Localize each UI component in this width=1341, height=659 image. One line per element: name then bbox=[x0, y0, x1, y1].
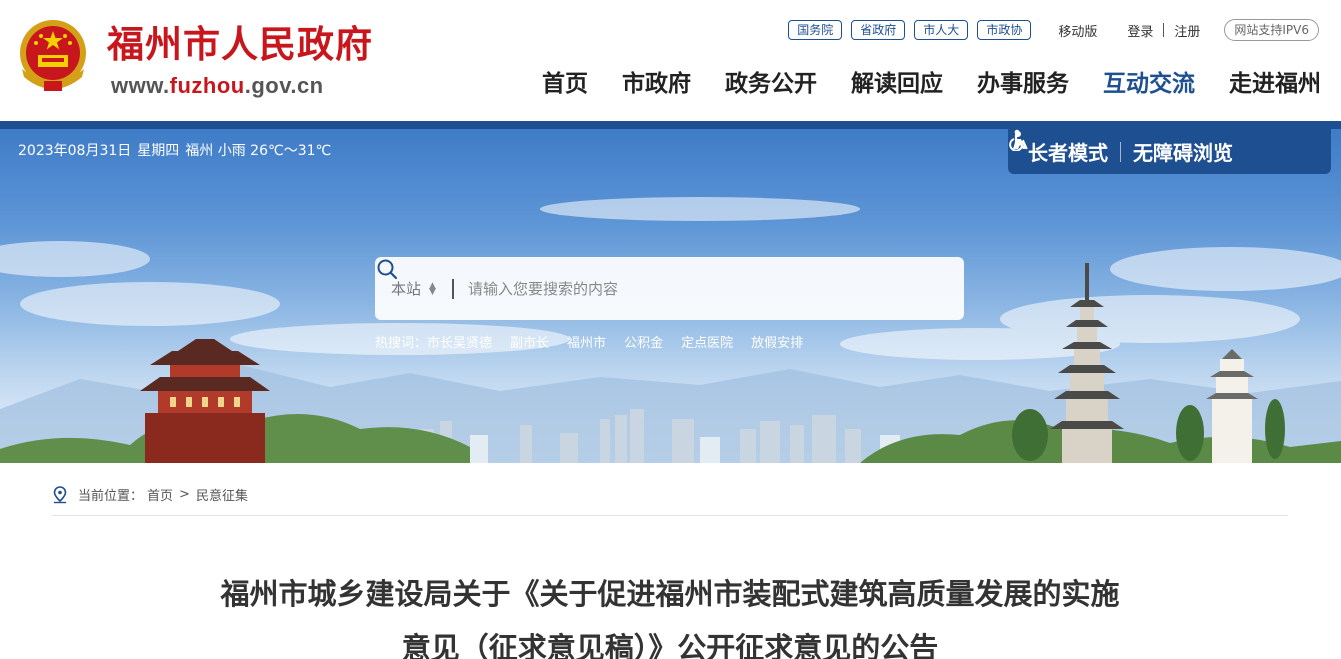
link-separator bbox=[1163, 23, 1165, 37]
register-link[interactable]: 注册 bbox=[1174, 21, 1200, 40]
breadcrumb-divider bbox=[52, 515, 1288, 516]
nav-underline-bar bbox=[0, 121, 1341, 129]
elder-mode-button[interactable]: 长者模式 bbox=[1013, 131, 1108, 166]
article-title: 福州市城乡建设局关于《关于促进福州市装配式建筑高质量发展的实施 意见（征求意见稿… bbox=[140, 567, 1200, 659]
search-input[interactable] bbox=[467, 273, 888, 304]
nav-home[interactable]: 首页 bbox=[542, 68, 588, 100]
hot-search-label: 热搜词： bbox=[375, 336, 428, 351]
hot-word-link[interactable]: 定点医院 bbox=[681, 332, 733, 351]
weekday-text: 星期四 bbox=[137, 143, 180, 159]
location-pin-icon bbox=[53, 485, 67, 503]
hot-word-link[interactable]: 福州市 bbox=[567, 332, 606, 351]
site-url-domain: fuzhou bbox=[169, 73, 245, 98]
link-state-council[interactable]: 国务院 bbox=[788, 20, 843, 40]
article-title-line-1: 福州市城乡建设局关于《关于促进福州市装配式建筑高质量发展的实施 bbox=[220, 577, 1120, 611]
hot-word-link[interactable]: 市长吴贤德 bbox=[427, 332, 492, 351]
nav-government-affairs[interactable]: 政务公开 bbox=[725, 68, 817, 100]
login-link[interactable]: 登录 bbox=[1127, 21, 1153, 40]
breadcrumb-current-link[interactable]: 民意征集 bbox=[196, 485, 248, 504]
accessible-browse-button[interactable]: 无障碍浏览 bbox=[1009, 129, 1233, 166]
accessible-browse-label: 无障碍浏览 bbox=[1133, 141, 1233, 165]
search-icon[interactable] bbox=[375, 257, 399, 281]
breadcrumb: 当前位置： 首页 > 民意征集 bbox=[52, 485, 248, 504]
breadcrumb-home-link[interactable]: 首页 bbox=[147, 485, 173, 504]
site-header: 福州市人民政府 www.fuzhou.gov.cn 国务院 省政府 市人大 市政… bbox=[0, 0, 1341, 121]
site-url-suffix: .gov.cn bbox=[244, 73, 324, 98]
ipv6-badge: 网站支持IPV6 bbox=[1224, 19, 1319, 41]
search-box: 本站 ▲ ▼ bbox=[375, 257, 964, 320]
link-provincial-government[interactable]: 省政府 bbox=[851, 20, 906, 40]
article-title-line-2: 意见（征求意见稿）》公开征求意见的公告 bbox=[401, 631, 939, 659]
nav-interaction[interactable]: 互动交流 bbox=[1103, 68, 1195, 100]
breadcrumb-separator: > bbox=[179, 487, 190, 502]
main-nav: 首页 市政府 政务公开 解读回应 办事服务 互动交流 走进福州 bbox=[508, 68, 1321, 100]
link-municipal-congress[interactable]: 市人大 bbox=[914, 20, 969, 40]
nav-about-fuzhou[interactable]: 走进福州 bbox=[1229, 68, 1321, 100]
weather-text: 福州 小雨 26℃～31℃ bbox=[185, 143, 332, 159]
content-panel: 当前位置： 首页 > 民意征集 福州市城乡建设局关于《关于促进福州市装配式建筑高… bbox=[20, 463, 1321, 659]
banner: 2023年08月31日 星期四 福州 小雨 26℃～31℃ 长者模式 无障碍浏览 本… bbox=[0, 129, 1341, 463]
elder-mode-label: 长者模式 bbox=[1028, 141, 1108, 165]
wheelchair-icon bbox=[1009, 129, 1027, 151]
access-divider bbox=[1120, 141, 1121, 162]
nav-services[interactable]: 办事服务 bbox=[977, 68, 1069, 100]
date-text: 2023年08月31日 bbox=[18, 143, 132, 159]
national-emblem-icon bbox=[20, 20, 86, 91]
hot-search-words: 热搜词： 市长吴贤德 副市长 福州市 公积金 定点医院 放假安排 bbox=[375, 332, 821, 351]
search-scope-select[interactable]: 本站 ▲ ▼ bbox=[391, 278, 436, 299]
site-url: www.fuzhou.gov.cn bbox=[111, 73, 324, 99]
search-divider bbox=[451, 278, 454, 299]
accessibility-bar: 长者模式 无障碍浏览 bbox=[1008, 129, 1331, 174]
nav-interpretation[interactable]: 解读回应 bbox=[851, 68, 943, 100]
link-municipal-cppcc[interactable]: 市政协 bbox=[977, 20, 1032, 40]
date-weather: 2023年08月31日 星期四 福州 小雨 26℃～31℃ bbox=[18, 141, 337, 161]
breadcrumb-label: 当前位置： bbox=[78, 489, 144, 504]
nav-city-government[interactable]: 市政府 bbox=[622, 68, 691, 100]
top-links: 国务院 省政府 市人大 市政协 移动版 登录 注册 网站支持IPV6 bbox=[788, 19, 1319, 41]
mobile-version-link[interactable]: 移动版 bbox=[1058, 21, 1097, 40]
hot-word-link[interactable]: 公积金 bbox=[624, 332, 663, 351]
sort-arrows-icon: ▲ ▼ bbox=[429, 280, 436, 297]
site-title[interactable]: 福州市人民政府 bbox=[107, 22, 373, 66]
hot-word-link[interactable]: 副市长 bbox=[510, 332, 549, 351]
hot-word-link[interactable]: 放假安排 bbox=[751, 332, 803, 351]
site-url-prefix: www. bbox=[111, 73, 170, 98]
search-scope-label: 本站 bbox=[391, 280, 422, 298]
